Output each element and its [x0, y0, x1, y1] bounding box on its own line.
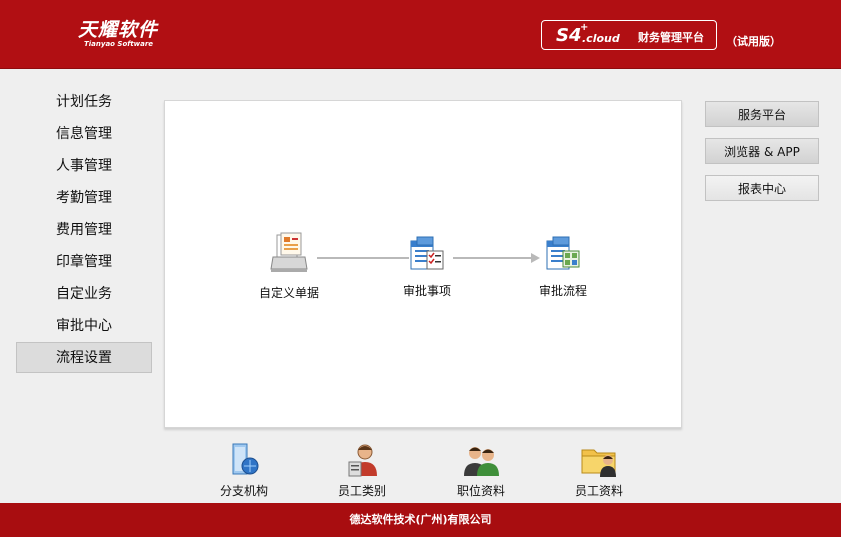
- flow-line-2: [453, 257, 533, 259]
- sidebar-item-process-settings[interactable]: 流程设置: [16, 342, 152, 373]
- approval-items-label: 审批事项: [402, 284, 451, 298]
- workflow-panel: 自定义单据 审批事项 审批流程: [164, 100, 682, 428]
- bottom-item-employee-category[interactable]: 员工类别: [322, 442, 402, 499]
- sidebar-item-seal[interactable]: 印章管理: [16, 247, 152, 278]
- sidebar-item-expense[interactable]: 费用管理: [16, 215, 152, 246]
- footer-company: 德达软件技术(广州)有限公司: [349, 513, 492, 526]
- product-cloud: .cloud: [582, 32, 620, 45]
- service-platform-button[interactable]: 服务平台: [705, 101, 819, 127]
- flow-node-custom-form[interactable]: 自定义单据: [253, 231, 325, 301]
- employee-info-label: 员工资料: [574, 484, 623, 498]
- company-logo: 天耀软件 Tianyao Software: [78, 20, 158, 49]
- position-info-icon: [462, 442, 500, 478]
- approval-flow-label: 审批流程: [538, 284, 587, 298]
- sidebar-item-attendance[interactable]: 考勤管理: [16, 183, 152, 214]
- approval-flow-icon: [527, 233, 599, 276]
- custom-form-icon: [253, 231, 325, 278]
- approval-items-icon: [391, 233, 463, 276]
- bottom-item-branch-org[interactable]: 分支机构: [204, 442, 284, 499]
- branch-org-label: 分支机构: [219, 484, 268, 498]
- report-center-button[interactable]: 报表中心: [705, 175, 819, 201]
- trial-label: （试用版）: [726, 35, 781, 48]
- position-info-label: 职位资料: [456, 484, 505, 498]
- employee-info-icon: [580, 442, 618, 478]
- bottom-item-position-info[interactable]: 职位资料: [441, 442, 521, 499]
- product-badge: S4 + .cloud 财务管理平台: [541, 20, 717, 50]
- logo-english: Tianyao Software: [84, 40, 154, 48]
- flow-node-approval-items[interactable]: 审批事项: [391, 233, 463, 299]
- sidebar-item-custom-business[interactable]: 自定业务: [16, 279, 152, 310]
- header-bar: 天耀软件 Tianyao Software S4 + .cloud 财务管理平台…: [0, 0, 841, 69]
- logo-chinese: 天耀软件: [78, 19, 159, 41]
- employee-category-icon: [343, 442, 381, 478]
- product-platform: 财务管理平台: [638, 31, 704, 44]
- sidebar-item-approval-center[interactable]: 审批中心: [16, 311, 152, 342]
- sidebar-item-plan-tasks[interactable]: 计划任务: [16, 87, 152, 118]
- branch-org-icon: [225, 442, 263, 478]
- bottom-item-employee-info[interactable]: 员工资料: [559, 442, 639, 499]
- sidebar-item-hr-management[interactable]: 人事管理: [16, 151, 152, 182]
- browser-app-button[interactable]: 浏览器 & APP: [705, 138, 819, 164]
- sidebar-item-info-management[interactable]: 信息管理: [16, 119, 152, 150]
- custom-form-label: 自定义单据: [258, 286, 319, 300]
- footer-bar: 德达软件技术(广州)有限公司: [0, 503, 841, 537]
- flow-node-approval-flow[interactable]: 审批流程: [527, 233, 599, 299]
- product-s4: S4: [556, 25, 582, 46]
- employee-category-label: 员工类别: [337, 484, 386, 498]
